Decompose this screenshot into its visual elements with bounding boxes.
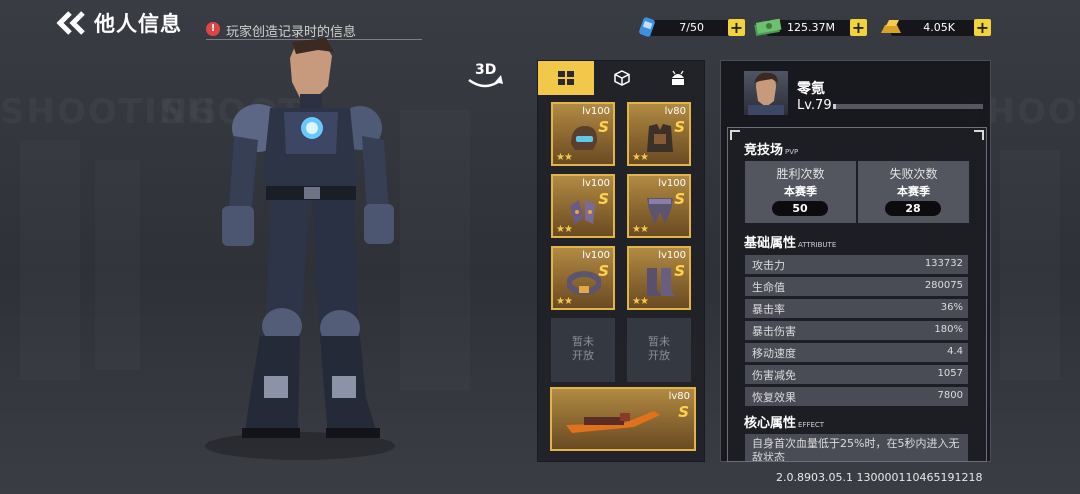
gold-resource: 4.05K +	[877, 18, 992, 38]
background-shape	[1000, 150, 1060, 380]
tab-robot[interactable]	[650, 61, 706, 95]
season-label: 本赛季	[784, 185, 817, 198]
avatar	[744, 71, 788, 115]
pvp-wins-card: 胜利次数 本赛季 50	[745, 161, 856, 223]
level-progress-fill	[833, 104, 836, 109]
effect-section-title: 核心属性 EFFECT	[744, 416, 825, 431]
belt-icon	[567, 271, 601, 295]
attribute-row: 移动速度 4.4	[745, 343, 968, 362]
frame-corner	[730, 130, 740, 140]
attribute-section-title: 基础属性 ATTRIBUTE	[744, 236, 837, 251]
tab-equipment[interactable]	[538, 61, 594, 95]
attribute-row: 生命值 280075	[745, 277, 968, 296]
equipment-slot-weapon[interactable]: lv80 S	[550, 387, 696, 451]
pvp-losses-card: 失败次数 本赛季 28	[858, 161, 969, 223]
soldier-character-illustration	[205, 38, 395, 460]
stamina-resource: 7/50 +	[636, 17, 746, 38]
gold-value: 4.05K	[923, 21, 955, 34]
locked-label: 开放	[572, 349, 594, 362]
cube-icon	[614, 70, 630, 86]
robot-icon	[672, 70, 684, 85]
back-button[interactable]	[54, 10, 88, 36]
equipment-grid-icon	[558, 71, 574, 85]
stamina-value: 7/50	[679, 21, 704, 34]
losses-value: 28	[885, 201, 941, 216]
alert-icon: !	[206, 22, 220, 36]
wins-value: 50	[772, 201, 828, 216]
season-label: 本赛季	[897, 185, 930, 198]
equipment-slot-belt[interactable]: lv100 S ★★	[551, 246, 615, 310]
equipment-slot-gloves[interactable]: lv100 S ★★	[551, 174, 615, 238]
equipment-slot-armor[interactable]: lv80 S ★★	[627, 102, 691, 166]
view-3d-button[interactable]: 3D	[465, 62, 505, 92]
player-name: 零氪	[797, 81, 825, 97]
rifle-icon	[566, 411, 660, 433]
helmet-icon	[571, 126, 598, 150]
equipment-slot-locked[interactable]: 暂未 开放	[551, 318, 615, 382]
add-cash-button[interactable]: +	[850, 19, 867, 36]
tab-cube[interactable]	[594, 61, 650, 95]
attribute-row: 伤害减免 1057	[745, 365, 968, 384]
effect-description: 自身首次血量低于25%时，在5秒内进入无敌状态	[745, 434, 968, 461]
add-gold-button[interactable]: +	[974, 19, 991, 36]
equipment-slot-locked[interactable]: 暂未 开放	[627, 318, 691, 382]
version-text: 2.0.8903.05.1 130000110465191218	[776, 471, 983, 484]
gold-bar-icon	[881, 20, 901, 33]
player-portrait-icon	[748, 72, 784, 115]
equipment-slot-leg-armor[interactable]: lv100 S ★★	[627, 174, 691, 238]
locked-label: 暂未	[648, 335, 670, 348]
page-title: 他人信息	[94, 12, 182, 36]
cash-resource: 125.37M +	[753, 18, 868, 38]
equipment-slot-boots[interactable]: lv100 S ★★	[627, 246, 691, 310]
rotate-icon	[468, 75, 503, 88]
character-model[interactable]	[200, 36, 420, 466]
cash-value: 125.37M	[787, 21, 835, 34]
stats-box[interactable]: 竞技场 PVP 胜利次数 本赛季 50 失败次数 本赛季 28 基础属性 ATTRI…	[727, 127, 987, 462]
frame-corner	[974, 130, 984, 140]
background-shape	[20, 140, 80, 380]
double-chevron-left-icon	[56, 11, 85, 35]
locked-label: 开放	[648, 349, 670, 362]
attribute-row: 恢复效果 7800	[745, 387, 968, 406]
wins-label: 胜利次数	[776, 167, 825, 181]
background-shape	[95, 160, 140, 370]
energy-drink-icon	[639, 17, 655, 37]
leg-armor-icon	[647, 198, 673, 224]
gloves-icon	[570, 200, 595, 224]
boots-icon	[647, 268, 675, 296]
attribute-row: 攻击力 133732	[745, 255, 968, 274]
top-bar: 他人信息 ! 玩家创造记录时的信息 7/50 + 125.37M + 4.05K	[0, 0, 1080, 56]
equipment-slot-helmet[interactable]: lv100 S ★★	[551, 102, 615, 166]
losses-label: 失败次数	[889, 167, 938, 181]
player-level: Lv.79	[797, 98, 832, 113]
add-stamina-button[interactable]: +	[728, 19, 745, 36]
level-progress-bar	[833, 104, 983, 109]
pvp-section-title: 竞技场 PVP	[744, 143, 799, 158]
armor-vest-icon	[647, 124, 673, 152]
attribute-row: 暴击率 36%	[745, 299, 968, 318]
equipment-panel: lv100 S ★★ lv80 S ★★ lv100 S ★★ lv100 S …	[537, 60, 705, 462]
locked-label: 暂未	[572, 335, 594, 348]
cash-stack-icon	[754, 18, 782, 36]
attribute-row: 暴击伤害 180%	[745, 321, 968, 340]
